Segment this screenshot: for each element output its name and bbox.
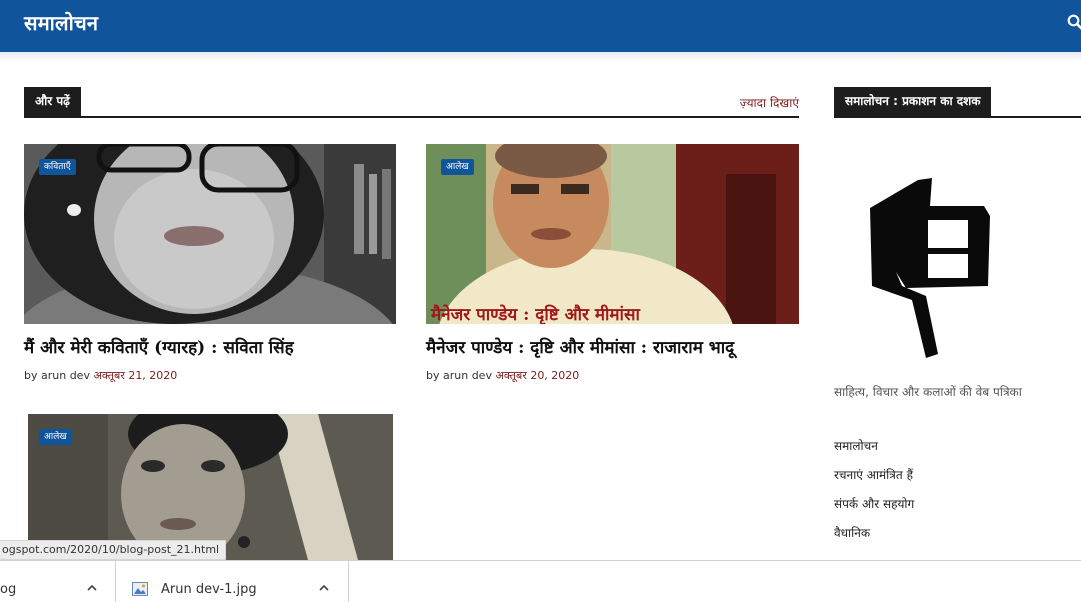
site-title[interactable]: समालोचन [24, 9, 98, 36]
chevron-up-icon[interactable] [318, 582, 330, 594]
more-posts-heading: और पढ़ें [24, 87, 81, 118]
sidebar-link[interactable]: समालोचन [834, 437, 878, 454]
image-caption: मैनेजर पाण्डेय : दृष्टि और मीमांसा [431, 305, 640, 324]
portrait-photo [426, 144, 799, 324]
post-meta: by arun dev अक्तूबर 20, 2020 [426, 368, 579, 383]
download-item[interactable]: og [0, 561, 116, 602]
portrait-photo [28, 414, 393, 560]
site-logo [870, 178, 990, 358]
post-thumbnail[interactable]: कविताएँ [24, 144, 396, 324]
chevron-up-icon[interactable] [86, 582, 98, 594]
more-posts-heading-bar: और पढ़ें ज़्यादा दिखाएं [24, 87, 799, 118]
category-badge[interactable]: आलेख [441, 159, 474, 175]
download-shelf: og Arun dev-1.jpg [0, 560, 1081, 602]
sidebar-link[interactable]: वैधानिक [834, 524, 870, 541]
image-file-icon [132, 582, 148, 596]
post-author[interactable]: arun dev [41, 369, 90, 382]
post-thumbnail[interactable]: आलेख [28, 414, 393, 560]
sidebar-heading: समालोचन : प्रकाशन का दशक [834, 87, 992, 118]
post-date[interactable]: अक्तूबर 21, 2020 [93, 369, 177, 382]
category-badge[interactable]: कविताएँ [39, 159, 76, 175]
site-header: समालोचन [0, 0, 1081, 52]
post-date[interactable]: अक्तूबर 20, 2020 [495, 369, 579, 382]
download-filename: Arun dev-1.jpg [161, 582, 257, 597]
sidebar-heading-bar: समालोचन : प्रकाशन का दशक [834, 87, 1081, 118]
status-bar-url: ogspot.com/2020/10/blog-post_21.html [0, 540, 227, 560]
post-thumbnail[interactable]: मैनेजर पाण्डेय : दृष्टि और मीमांसा आलेख [426, 144, 799, 324]
sidebar-link[interactable]: रचनाएं आमंत्रित हैं [834, 466, 913, 483]
by-label: by [426, 369, 440, 382]
search-icon[interactable] [1067, 14, 1081, 30]
download-item[interactable]: Arun dev-1.jpg [116, 561, 349, 602]
by-label: by [24, 369, 38, 382]
header-shadow [0, 52, 1081, 62]
category-badge[interactable]: आलेख [39, 429, 72, 445]
site-tagline: साहित्य, विचार और कलाओं की वेब पत्रिका [834, 385, 1022, 399]
download-filename: og [0, 582, 17, 597]
portrait-photo [24, 144, 396, 324]
show-more-link[interactable]: ज़्यादा दिखाएं [740, 94, 799, 111]
post-title[interactable]: मैं और मेरी कविताएँ (ग्यारह) : सविता सिं… [24, 335, 294, 358]
post-meta: by arun dev अक्तूबर 21, 2020 [24, 368, 177, 383]
sidebar-link[interactable]: संपर्क और सहयोग [834, 495, 914, 512]
post-author[interactable]: arun dev [443, 369, 492, 382]
post-title[interactable]: मैनेजर पाण्डेय : दृष्टि और मीमांसा : राज… [426, 335, 734, 358]
